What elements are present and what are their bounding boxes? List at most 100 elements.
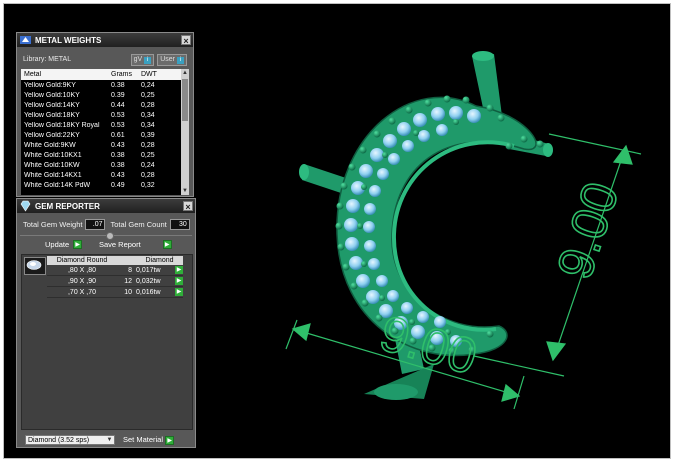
gem-weight-cell: 0,017tw ▶ [134,266,183,274]
gem-weight-value: 0,016tw [136,288,161,296]
info-icon: i [144,56,152,64]
unit-gv-button[interactable]: gV i [130,54,155,66]
gem-size-cell: ,70 X ,70 [67,288,97,296]
gem-weight-value: 0,032tw [136,277,161,285]
gem-list: Diamond Round Diamond ,80 X ,80 8 0,017tw ▶… [21,254,193,430]
metal-name-cell: White Gold:10KX1 [24,152,82,160]
metal-name-cell: Yellow Gold:22KY [24,132,80,140]
metal-name-cell: Yellow Gold:18KY Royal [24,121,100,129]
total-gem-weight-label: Total Gem Weight [23,220,83,229]
total-gem-count-value: 30 [169,219,190,230]
gem-table-header: Diamond Round Diamond [47,256,183,265]
close-icon[interactable]: × [181,35,191,46]
close-icon[interactable]: × [183,201,193,212]
gem-summary: Total Gem Weight .07 Total Gem Count 30 [23,219,190,230]
unit-selector: gV i User i [130,54,187,66]
metal-name-cell: Yellow Gold:10KY [24,91,80,99]
total-gem-count-label: Total Gem Count [110,220,167,229]
play-icon: ▶ [73,240,83,249]
chevron-down-icon: ▼ [106,437,113,443]
gem-count-cell: 8 [128,266,132,274]
dwt-cell: 0,28 [141,101,155,109]
grams-cell: 0.61 [111,132,125,140]
unit-gv-label: gV [133,56,143,63]
metal-weights-title: METAL WEIGHTS [35,35,102,45]
gem-reporter-panel: GEM REPORTER × Total Gem Weight .07 Tota… [16,198,196,448]
dwt-cell: 0,34 [141,121,155,129]
grams-cell: 0.39 [111,91,125,99]
metal-weights-titlebar[interactable]: METAL WEIGHTS × [17,33,193,47]
table-row[interactable]: White Gold:14KX1 0.43 0,28 [21,171,183,181]
gem-weight-cell: 0,032tw ▶ [134,277,183,285]
table-row[interactable]: White Gold:10KX1 0.38 0,25 [21,151,183,161]
column-header-grams[interactable]: Grams [109,71,139,78]
unit-user-button[interactable]: User i [157,54,187,66]
split-handle[interactable] [106,232,114,240]
grams-cell: 0.53 [111,111,125,119]
scale-icon [20,36,31,44]
scrollbar-thumb[interactable] [182,79,188,121]
update-button[interactable]: Update ▶ [45,240,83,249]
table-row[interactable]: ,80 X ,80 8 0,017tw ▶ [47,265,183,276]
table-row[interactable]: Yellow Gold:9KY 0.38 0,24 [21,80,183,90]
gem-table: Diamond Round Diamond ,80 X ,80 8 0,017tw ▶… [47,256,183,298]
table-row[interactable]: Yellow Gold:14KY 0.44 0,28 [21,100,183,110]
metal-table: Metal Grams DWT Yellow Gold:9KY 0.38 0,24 Y… [21,69,183,195]
metal-name-cell: White Gold:9KW [24,142,76,150]
table-row[interactable]: Yellow Gold:18KY 0.53 0,34 [21,110,183,120]
grams-cell: 0.43 [111,172,125,180]
gem-size-cell: ,80 X ,80 [67,266,97,274]
gem-reporter-title: GEM REPORTER [35,201,100,211]
table-row[interactable]: Yellow Gold:18KY Royal 0.53 0,34 [21,120,183,130]
scroll-down-icon[interactable]: ▼ [181,187,189,195]
grams-cell: 0.43 [111,142,125,150]
play-icon: ▶ [162,240,172,249]
metal-name-cell: White Gold:14K PdW [24,182,91,190]
set-material-button[interactable]: Set Material ▶ [123,435,175,445]
table-row[interactable]: ,90 X ,90 12 0,032tw ▶ [47,276,183,287]
column-header-shape: Diamond Round [56,257,108,264]
grams-cell: 0.44 [111,101,125,109]
app-window: 9.00 9.00 METAL WEIGHTS × Library: METAL… [3,3,671,459]
column-header-dwt[interactable]: DWT [139,71,183,78]
dwt-cell: 0,39 [141,132,155,140]
gem-weight-cell: 0,016tw ▶ [134,288,183,296]
column-header-material: Diamond [145,257,174,264]
library-label: Library: METAL [23,56,72,63]
metal-table-scrollbar[interactable]: ▲ ▼ [181,69,189,195]
metal-name-cell: Yellow Gold:14KY [24,101,80,109]
table-row[interactable]: White Gold:10KW 0.38 0,24 [21,161,183,171]
metal-name-cell: White Gold:10KW [24,162,80,170]
gem-count-cell: 10 [124,288,132,296]
scroll-up-icon[interactable]: ▲ [181,69,189,77]
dwt-cell: 0,25 [141,152,155,160]
total-gem-weight-value: .07 [85,219,106,230]
metal-table-header: Metal Grams DWT [21,69,183,80]
grams-cell: 0.38 [111,81,125,89]
table-row[interactable]: Yellow Gold:22KY 0.61 0,39 [21,130,183,140]
diamond-icon [26,260,42,270]
metal-name-cell: Yellow Gold:18KY [24,111,80,119]
save-report-button[interactable]: Save Report ▶ [99,240,172,249]
gem-reporter-titlebar[interactable]: GEM REPORTER × [17,199,195,213]
dwt-cell: 0,24 [141,81,155,89]
table-row[interactable]: Yellow Gold:10KY 0.39 0,25 [21,90,183,100]
save-report-label: Save Report [99,240,141,249]
grams-cell: 0.38 [111,162,125,170]
play-icon[interactable]: ▶ [175,277,183,285]
play-icon[interactable]: ▶ [175,266,183,274]
unit-user-label: User [160,56,175,63]
gem-thumbnail[interactable] [24,257,46,275]
column-header-metal[interactable]: Metal [21,71,109,78]
material-select[interactable]: Diamond (3.52 sps) ▼ [25,435,115,445]
grams-cell: 0.53 [111,121,125,129]
dwt-cell: 0,34 [141,111,155,119]
table-row[interactable]: ,70 X ,70 10 0,016tw ▶ [47,287,183,298]
table-row[interactable]: White Gold:9KW 0.43 0,28 [21,141,183,151]
update-label: Update [45,240,70,249]
table-row[interactable]: White Gold:14K PdW 0.49 0,32 [21,181,183,191]
gem-weight-value: 0,017tw [136,266,161,274]
gem-size-cell: ,90 X ,90 [67,277,97,285]
play-icon: ▶ [165,436,175,445]
play-icon[interactable]: ▶ [175,288,183,296]
